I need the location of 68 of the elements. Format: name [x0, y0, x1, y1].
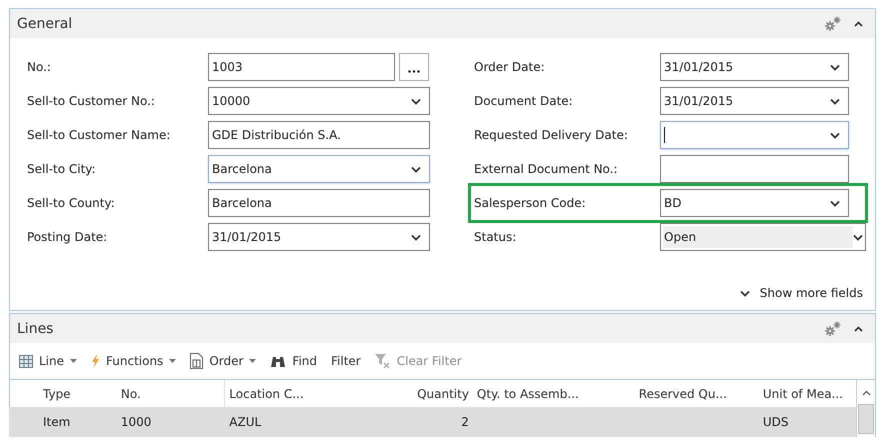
table-cell: AZUL: [229, 415, 262, 429]
caret-icon: [249, 359, 256, 363]
field-label: Requested Delivery Date:: [474, 128, 629, 142]
table-row[interactable]: Item 1000 AZUL 2 UDS: [9, 407, 856, 437]
chevron-icon[interactable]: [830, 98, 840, 104]
toolbar-button[interactable]: Line: [19, 354, 78, 368]
column-header[interactable]: No.: [116, 380, 225, 407]
caret-icon: [169, 359, 176, 363]
toolbar-button[interactable]: Find: [270, 354, 318, 368]
column-header[interactable]: Quantity: [397, 380, 473, 407]
gear-icon[interactable]: [824, 16, 842, 32]
ellipsis-icon: [408, 70, 420, 73]
field-label: Sell-to County:: [27, 196, 116, 210]
document-icon: [190, 353, 204, 369]
field-label: Sell-to Customer Name:: [27, 128, 172, 142]
table-cell: UDS: [762, 415, 788, 429]
table-cell: 1000: [120, 415, 152, 429]
collapse-icon[interactable]: [854, 326, 863, 332]
panel-title: General: [17, 16, 72, 32]
field-label: Posting Date:: [27, 230, 108, 244]
chevron-icon: [740, 290, 750, 296]
chevron-icon[interactable]: [411, 234, 421, 240]
chevron-icon[interactable]: [830, 200, 840, 206]
field-label: Order Date:: [474, 60, 546, 74]
show-more-fields-button[interactable]: Show more fields: [740, 286, 863, 300]
input-field[interactable]: 31/01/2015: [208, 223, 430, 251]
field-label: Sell-to City:: [27, 162, 97, 176]
chevron-icon[interactable]: [411, 166, 421, 172]
field-label: Document Date:: [474, 94, 574, 108]
input-field[interactable]: Open: [660, 223, 866, 251]
lightning-icon: [91, 354, 100, 368]
grid-icon: [19, 354, 33, 368]
chevron-icon[interactable]: [411, 98, 421, 104]
clear-filter-icon: [374, 354, 391, 368]
table-cell: Item: [43, 415, 70, 429]
field-label: Salesperson Code:: [474, 196, 587, 210]
toolbar-button[interactable]: Order: [190, 353, 256, 369]
field-label: External Document No.:: [474, 162, 619, 176]
input-field[interactable]: [660, 121, 849, 149]
toolbar-button[interactable]: Filter: [331, 354, 361, 368]
scrollbar[interactable]: [856, 380, 875, 437]
chevron-icon[interactable]: [830, 64, 840, 70]
panel-title: Lines: [17, 320, 54, 336]
caret-icon: [70, 359, 78, 363]
chevron-icon[interactable]: [853, 234, 863, 240]
column-header[interactable]: Reserved Qu...: [634, 380, 759, 407]
gear-icon[interactable]: [824, 320, 842, 336]
field-label: Sell-to Customer No.:: [27, 94, 156, 108]
input-field[interactable]: BD: [660, 189, 849, 217]
input-field[interactable]: 1003: [208, 53, 395, 81]
field-label: No.:: [27, 60, 52, 74]
column-header[interactable]: Type: [9, 380, 117, 407]
chevron-icon[interactable]: [830, 132, 840, 138]
input-field[interactable]: GDE Distribución S.A.: [208, 121, 430, 149]
collapse-icon[interactable]: [854, 20, 863, 26]
column-header[interactable]: Qty. to Assemb...: [472, 380, 635, 407]
input-field[interactable]: Barcelona: [208, 189, 430, 217]
input-field[interactable]: Barcelona: [208, 155, 430, 183]
column-header[interactable]: Unit of Mea...: [758, 380, 856, 407]
binoculars-icon: [270, 354, 286, 368]
input-field[interactable]: 31/01/2015: [660, 87, 849, 115]
field-label: Status:: [474, 230, 518, 244]
input-field[interactable]: 31/01/2015: [660, 53, 849, 81]
scroll-up-icon[interactable]: [862, 390, 870, 396]
input-field[interactable]: [660, 155, 849, 183]
table-cell: 2: [461, 415, 469, 429]
input-field[interactable]: 10000: [208, 87, 430, 115]
toolbar-button[interactable]: Functions: [91, 354, 176, 368]
